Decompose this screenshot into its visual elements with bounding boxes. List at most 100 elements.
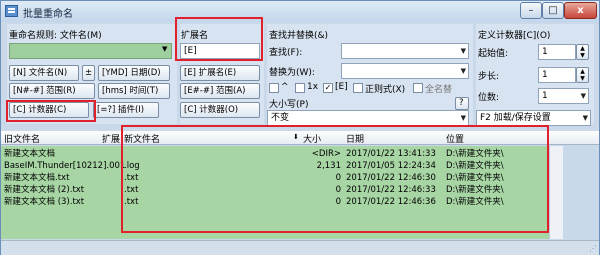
maximize-button[interactable]: □ <box>542 2 564 19</box>
column-location[interactable]: 位置 <box>446 132 464 145</box>
resize-grip-icon[interactable]: ⋰ <box>589 244 597 253</box>
counter-panel: 定义计数器[C](O) 起始值: 1 ▲ ▼ 步长: 1 ▲ ▼ 位数: 1 ▼ F… <box>476 24 594 126</box>
case-sensitive-checkbox[interactable] <box>269 83 279 93</box>
start-value-label: 起始值: <box>478 49 509 59</box>
replace-label: 替换为(W): <box>269 68 315 78</box>
step-label: 步长: <box>478 72 500 82</box>
old-name-cell: BaseIM.Thunder[10212].001 <box>4 161 126 171</box>
case-select-value: 不变 <box>271 113 290 123</box>
chevron-down-icon: ▼ <box>460 67 466 75</box>
insert-extension-button[interactable]: [E] 扩展名(E) <box>180 65 260 81</box>
extension-checkbox[interactable]: ✓ <box>323 83 333 93</box>
rename-rule-panel: 重命名规则: 文件名(M) ▼ [N] 文件名(N) ± [YMD] 日期(D)… <box>7 24 177 124</box>
insert-plugin-button[interactable]: [=?] 插件(I) <box>93 102 159 118</box>
size-cell: 0 <box>335 197 341 207</box>
location-cell: D:\新建文件夹\ <box>446 197 504 207</box>
chevron-down-icon: ▼ <box>460 114 466 122</box>
table-row[interactable]: 新建文本文档.txt .txt 0 2017/01/22 12:46:30 D:… <box>1 173 549 184</box>
digits-select-value: 1 <box>542 91 548 101</box>
start-value-spinner[interactable]: ▲ ▼ <box>576 44 589 60</box>
digits-select[interactable]: 1 ▼ <box>538 88 589 104</box>
extension-option-label: [E] <box>335 82 348 92</box>
column-date[interactable]: 日期 <box>346 132 364 145</box>
sort-arrow-icon: ⬇ <box>293 133 299 141</box>
case-label: 大小写(P) <box>269 100 309 110</box>
file-list-header: 旧文件名 扩展 新文件名 ⬇ 大小 日期 位置 <box>1 131 599 145</box>
size-cell: 0 <box>335 173 341 183</box>
column-new-name[interactable]: 新文件名 <box>124 132 160 145</box>
start-value-input[interactable]: 1 <box>538 44 576 60</box>
close-button[interactable]: x <box>564 2 597 19</box>
replace-input[interactable]: ▼ <box>341 63 469 79</box>
file-list[interactable]: 新建文本文档 <DIR> 2017/01/22 13:41:33 D:\新建文件… <box>1 146 549 239</box>
insert-extension-counter-button[interactable]: [C] 计数器(O) <box>180 102 260 118</box>
new-name-cell: .txt <box>124 185 139 195</box>
new-name-cell: .log <box>124 161 140 171</box>
rename-mask-input[interactable] <box>9 43 172 59</box>
insert-range-button[interactable]: [N#-#] 范围(R) <box>9 83 95 99</box>
size-cell: 0 <box>335 185 341 195</box>
case-sensitive-label: ^ <box>281 82 289 92</box>
size-cell: 2,131 <box>316 161 341 171</box>
old-name-cell: 新建文本文档 (2).txt <box>4 185 85 195</box>
full-name-replace-label: 全名替 <box>425 85 453 95</box>
insert-counter-button[interactable]: [C] 计数器(C) <box>9 102 89 118</box>
location-cell: D:\新建文件夹\ <box>446 161 504 171</box>
column-extension[interactable]: 扩展 <box>102 132 120 145</box>
column-size[interactable]: 大小 <box>303 132 321 145</box>
app-icon <box>5 5 18 17</box>
find-replace-label: 查找并替换(&) <box>269 31 329 41</box>
extension-label: 扩展名 <box>181 31 209 41</box>
date-cell: 2017/01/22 12:46:30 <box>346 173 436 183</box>
table-row[interactable]: 新建文本文档 (2).txt .txt 0 2017/01/22 12:46:3… <box>1 185 549 196</box>
chevron-down-icon[interactable]: ▼ <box>162 45 167 53</box>
date-cell: 2017/01/22 12:46:36 <box>346 197 436 207</box>
batch-rename-window: 批量重命名 – □ x 重命名规则: 文件名(M) ▼ [N] 文件名(N) ±… <box>0 0 600 255</box>
load-save-settings-button[interactable]: F2 加载/保存设置 ▼ <box>476 110 591 126</box>
step-input[interactable]: 1 <box>538 67 576 83</box>
extension-panel: 扩展名 [E] [E] 扩展名(E) [E#-#] 范围(A) [C] 计数器(… <box>180 24 264 124</box>
counter-label: 定义计数器[C](O) <box>478 31 551 41</box>
insert-extension-range-button[interactable]: [E#-#] 范围(A) <box>180 83 260 99</box>
regex-checkbox[interactable] <box>353 83 363 93</box>
table-row[interactable]: BaseIM.Thunder[10212].001 .log 2,131 201… <box>1 161 549 172</box>
location-cell: D:\新建文件夹\ <box>446 173 504 183</box>
insert-date-button[interactable]: [YMD] 日期(D) <box>98 65 170 81</box>
chevron-down-icon: ▼ <box>582 114 588 122</box>
date-cell: 2017/01/22 12:46:33 <box>346 185 436 195</box>
location-cell: D:\新建文件夹\ <box>446 185 504 195</box>
status-bar: ⋰ <box>1 240 599 255</box>
minimize-button[interactable]: – <box>520 2 542 19</box>
extension-mask-input[interactable]: [E] <box>180 43 260 59</box>
find-replace-panel: 查找并替换(&) 查找(F): ▼ 替换为(W): ▼ ^ 1x ✓ [E] 正… <box>267 24 473 126</box>
case-select[interactable]: 不变 ▼ <box>267 110 469 126</box>
size-cell: <DIR> <box>311 149 341 159</box>
insert-filename-button[interactable]: [N] 文件名(N) <box>9 65 79 81</box>
vertical-scrollbar[interactable] <box>549 146 563 239</box>
insert-time-button[interactable]: [hms] 时间(T) <box>98 83 170 99</box>
chevron-down-icon: ▼ <box>580 92 586 100</box>
new-name-cell: .txt <box>124 197 139 207</box>
title-bar[interactable]: 批量重命名 – □ x <box>1 1 599 22</box>
date-cell: 2017/01/05 12:24:34 <box>346 161 436 171</box>
table-row[interactable]: 新建文本文档 (3).txt .txt 0 2017/01/22 12:46:3… <box>1 197 549 208</box>
find-label: 查找(F): <box>269 48 303 58</box>
old-name-cell: 新建文本文档 <box>4 149 56 159</box>
regex-label: 正则式(X) <box>365 85 406 95</box>
full-name-replace-checkbox[interactable] <box>413 83 423 93</box>
step-spinner[interactable]: ▲ ▼ <box>576 67 589 83</box>
table-row[interactable]: 新建文本文档 <DIR> 2017/01/22 13:41:33 D:\新建文件… <box>1 149 549 160</box>
digits-label: 位数: <box>478 93 500 103</box>
plus-minus-button[interactable]: ± <box>82 65 95 81</box>
location-cell: D:\新建文件夹\ <box>446 149 504 159</box>
help-button[interactable]: ? <box>455 97 469 110</box>
column-old-name[interactable]: 旧文件名 <box>4 132 40 145</box>
chevron-down-icon: ▼ <box>460 47 466 55</box>
replace-once-checkbox[interactable] <box>295 83 305 93</box>
replace-once-label: 1x <box>307 82 319 92</box>
old-name-cell: 新建文本文档.txt <box>4 173 70 183</box>
find-input[interactable]: ▼ <box>341 43 469 59</box>
window-title: 批量重命名 <box>23 9 73 20</box>
new-name-cell: .txt <box>124 173 139 183</box>
load-save-settings-label: F2 加载/保存设置 <box>480 113 551 123</box>
